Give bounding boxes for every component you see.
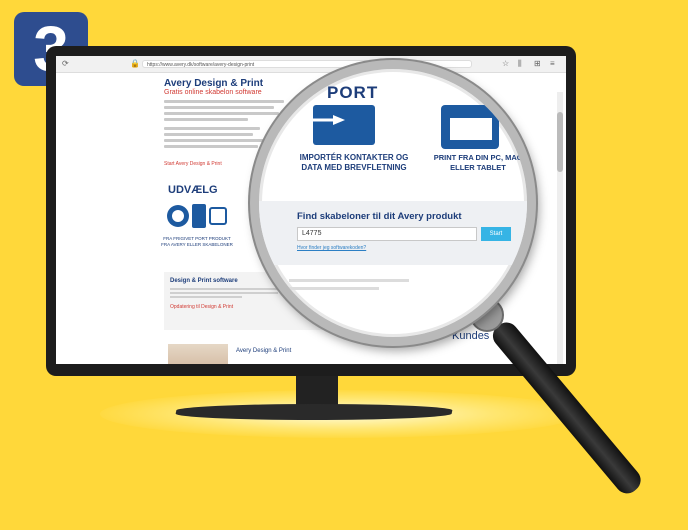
back-icon[interactable]: ⟳ bbox=[62, 59, 69, 68]
page-scrollbar[interactable] bbox=[557, 92, 563, 364]
library-icon[interactable]: ⫼ bbox=[518, 59, 522, 69]
magnifying-glass: PORT IMPORTÉR KONTAKTER OG DATA MED BREV… bbox=[250, 60, 536, 346]
start-design-print-link[interactable]: Start Avery Design & Print bbox=[164, 161, 222, 167]
scrollbar-thumb[interactable] bbox=[557, 112, 563, 172]
print-caption: PRINT FRA DIN PC, MAC ELLER TABLET bbox=[433, 153, 523, 172]
lock-icon: 🔒 bbox=[130, 59, 140, 68]
monitor-stand-base bbox=[174, 404, 454, 420]
promo-photo bbox=[168, 344, 228, 364]
arrow-right-icon bbox=[299, 115, 345, 125]
product-select-icon bbox=[167, 204, 227, 228]
start-button[interactable]: Start bbox=[481, 227, 511, 241]
software-code-help-link[interactable]: Hvor finder jeg softwarekoden? bbox=[297, 245, 366, 251]
import-contacts-icon bbox=[313, 105, 375, 145]
page-subtitle: Gratis online skabelon software bbox=[164, 89, 262, 96]
find-template-title: Find skabeloner til dit Avery produkt bbox=[297, 211, 462, 222]
bottom-section-title: Avery Design & Print bbox=[236, 348, 292, 354]
extensions-icon[interactable]: ⊞ bbox=[534, 59, 541, 68]
menu-icon[interactable]: ≡ bbox=[550, 59, 555, 68]
import-caption: IMPORTÉR KONTAKTER OG DATA MED BREVFLETN… bbox=[299, 153, 409, 172]
magnified-content: PORT IMPORTÉR KONTAKTER OG DATA MED BREV… bbox=[259, 69, 527, 337]
udvaelg-heading: UDVÆLG bbox=[168, 184, 218, 196]
page-title: Avery Design & Print bbox=[164, 78, 264, 89]
product-code-input[interactable] bbox=[297, 227, 477, 241]
printer-paper bbox=[449, 117, 493, 141]
design-print-title: Design & Print software bbox=[170, 278, 238, 284]
bookmark-icon[interactable]: ☆ bbox=[502, 59, 509, 68]
illustration-background: 3 ⟳ 🔒 https://www.avery.dk/software/aver… bbox=[0, 0, 688, 530]
export-heading: PORT bbox=[327, 83, 379, 102]
lower-content-lines bbox=[289, 279, 439, 295]
udvaelg-caption: FRA FRIGIVET PORT PRODUKT FRA AVERY ELLE… bbox=[161, 236, 233, 247]
design-print-update-link[interactable]: Opdatering til Design & Print bbox=[170, 304, 233, 310]
